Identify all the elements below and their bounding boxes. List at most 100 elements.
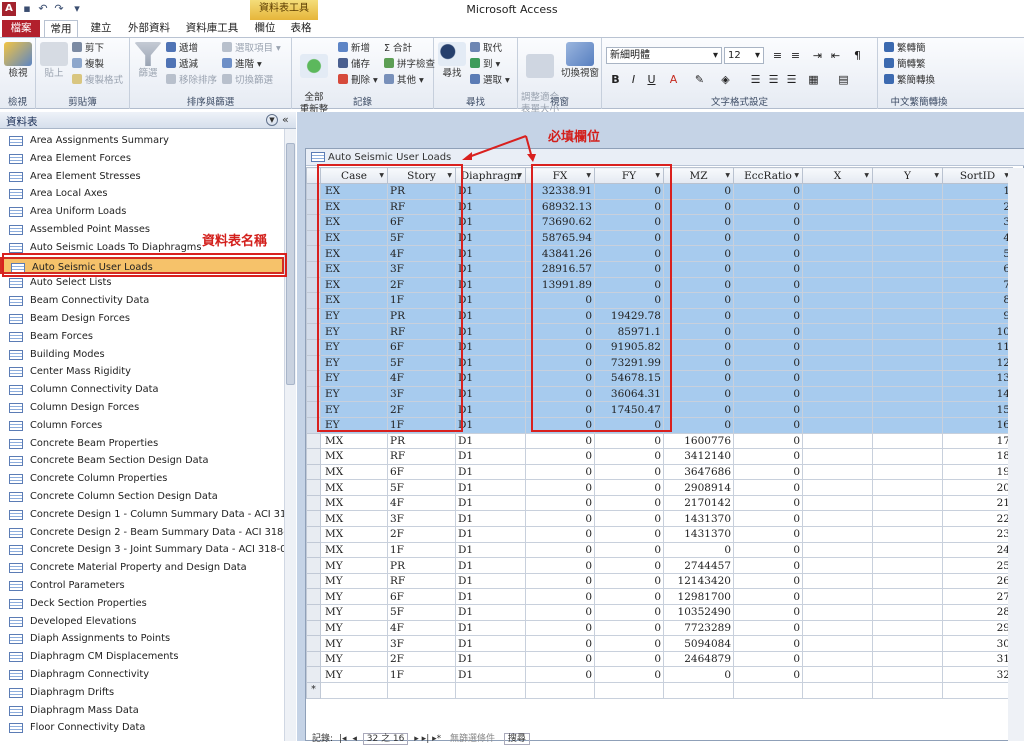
- table-cell[interactable]: D1: [455, 198, 526, 216]
- column-header[interactable]: MZ ▼: [663, 167, 734, 184]
- table-cell[interactable]: D1: [455, 229, 526, 247]
- table-cell[interactable]: 7723289: [663, 619, 734, 637]
- table-cell[interactable]: 0: [663, 292, 734, 309]
- table-cell[interactable]: 0: [594, 526, 664, 543]
- table-cell[interactable]: [872, 588, 943, 606]
- gridlines-icon[interactable]: ▦: [806, 72, 821, 87]
- table-cell[interactable]: MX: [320, 432, 388, 450]
- table-cell[interactable]: 0: [525, 448, 595, 465]
- table-cell[interactable]: 13: [942, 370, 1013, 387]
- table-cell[interactable]: [802, 650, 873, 668]
- spelling-button[interactable]: 拼字檢查: [384, 58, 435, 72]
- table-cell[interactable]: D1: [455, 183, 526, 200]
- table-cell[interactable]: 0: [733, 666, 803, 683]
- table-cell[interactable]: 5094084: [663, 635, 734, 652]
- table-row[interactable]: MX 6F D1 0 0 3647686 0 19: [306, 463, 1013, 481]
- column-header[interactable]: SortID ▼: [942, 167, 1013, 184]
- align-right-icon[interactable]: ☰: [784, 72, 799, 87]
- table-row[interactable]: MX 4F D1 0 0 2170142 0 21: [306, 494, 1013, 512]
- tab-external-data[interactable]: 外部資料: [124, 20, 174, 37]
- goto-button[interactable]: 到 ▾: [470, 58, 500, 72]
- table-row[interactable]: MY 2F D1 0 0 2464879 0 31: [306, 650, 1013, 668]
- table-cell[interactable]: 0: [733, 385, 803, 403]
- row-selector[interactable]: [306, 557, 321, 574]
- nav-item-table[interactable]: Beam Design Forces: [0, 310, 284, 328]
- table-cell[interactable]: D1: [455, 338, 526, 356]
- first-record-icon[interactable]: |◂: [339, 734, 347, 744]
- table-row[interactable]: MX PR D1 0 0 1600776 0 17: [306, 432, 1013, 450]
- table-cell[interactable]: 5F: [387, 604, 456, 621]
- table-cell[interactable]: [802, 276, 873, 294]
- table-cell[interactable]: [802, 198, 873, 216]
- table-cell[interactable]: 0: [733, 401, 803, 418]
- table-cell[interactable]: [872, 557, 943, 574]
- background-color-icon[interactable]: ◈: [718, 72, 733, 87]
- filter-button[interactable]: 篩選: [134, 42, 162, 80]
- table-cell[interactable]: 0: [733, 479, 803, 496]
- nav-item-table[interactable]: Concrete Column Section Design Data: [0, 488, 284, 506]
- table-cell[interactable]: [872, 370, 943, 387]
- sort-descending-button[interactable]: 遞減: [166, 58, 198, 72]
- table-cell[interactable]: 0: [733, 338, 803, 356]
- table-cell[interactable]: 25: [942, 557, 1013, 574]
- table-cell[interactable]: [802, 666, 873, 683]
- advanced-button[interactable]: 進階 ▾: [222, 58, 262, 72]
- nav-item-table[interactable]: Diaphragm Mass Data: [0, 702, 284, 720]
- table-cell[interactable]: 2170142: [663, 494, 734, 512]
- row-selector[interactable]: [306, 650, 321, 668]
- nav-item-table[interactable]: Concrete Design 2 - Beam Summary Data - …: [0, 524, 284, 542]
- table-cell[interactable]: 0: [663, 385, 734, 403]
- table-cell[interactable]: PR: [387, 557, 456, 574]
- table-cell[interactable]: 26: [942, 572, 1013, 590]
- table-cell[interactable]: [872, 292, 943, 309]
- new-record-marker[interactable]: *: [306, 682, 321, 699]
- row-selector[interactable]: [306, 479, 321, 496]
- table-cell[interactable]: MY: [320, 650, 388, 668]
- table-cell[interactable]: 0: [594, 619, 664, 637]
- nav-item-table[interactable]: Concrete Beam Section Design Data: [0, 452, 284, 470]
- table-cell[interactable]: 0: [594, 448, 664, 465]
- table-cell[interactable]: 3647686: [663, 463, 734, 481]
- tab-table[interactable]: 表格: [288, 20, 314, 37]
- table-cell[interactable]: MX: [320, 541, 388, 559]
- table-cell[interactable]: [872, 354, 943, 372]
- table-cell[interactable]: [802, 229, 873, 247]
- table-cell[interactable]: 0: [733, 432, 803, 450]
- bold-icon[interactable]: B: [608, 72, 623, 87]
- nav-menu-chevron-icon[interactable]: ▼: [266, 114, 278, 126]
- trad-to-simp-button[interactable]: 繁轉簡: [884, 42, 926, 56]
- table-cell[interactable]: 6F: [387, 588, 456, 606]
- table-cell[interactable]: 0: [663, 666, 734, 683]
- paste-button[interactable]: 貼上: [40, 42, 68, 80]
- table-cell[interactable]: [872, 494, 943, 512]
- paragraph-icon[interactable]: ¶: [850, 48, 865, 63]
- table-cell[interactable]: [802, 588, 873, 606]
- table-cell[interactable]: 17: [942, 432, 1013, 450]
- table-cell[interactable]: 0: [594, 541, 664, 559]
- table-cell[interactable]: [802, 245, 873, 262]
- align-left-icon[interactable]: ☰: [748, 72, 763, 87]
- nav-item-table[interactable]: Center Mass Rigidity: [0, 363, 284, 381]
- table-cell[interactable]: MY: [320, 557, 388, 574]
- table-cell[interactable]: [802, 401, 873, 418]
- sort-ascending-button[interactable]: 遞增: [166, 42, 198, 56]
- table-cell[interactable]: 0: [733, 307, 803, 325]
- column-header[interactable]: EccRatio ▼: [733, 167, 803, 184]
- nav-pane-header[interactable]: 資料表 ▼ «: [0, 112, 296, 129]
- table-cell[interactable]: [872, 572, 943, 590]
- table-cell[interactable]: 6: [942, 260, 1013, 278]
- table-cell[interactable]: 0: [525, 432, 595, 450]
- table-cell[interactable]: 0: [663, 370, 734, 387]
- table-cell[interactable]: D1: [455, 588, 526, 606]
- row-selector[interactable]: [306, 541, 321, 559]
- table-cell[interactable]: 0: [594, 479, 664, 496]
- row-selector[interactable]: [306, 526, 321, 543]
- selection-button[interactable]: 選取項目 ▾: [222, 42, 281, 56]
- table-cell[interactable]: 0: [594, 572, 664, 590]
- table-cell[interactable]: [872, 463, 943, 481]
- bullets-icon[interactable]: ≡: [788, 48, 803, 63]
- nav-item-table[interactable]: Beam Forces: [0, 328, 284, 346]
- table-cell[interactable]: 18: [942, 448, 1013, 465]
- table-cell[interactable]: 0: [733, 183, 803, 200]
- table-cell[interactable]: D1: [455, 292, 526, 309]
